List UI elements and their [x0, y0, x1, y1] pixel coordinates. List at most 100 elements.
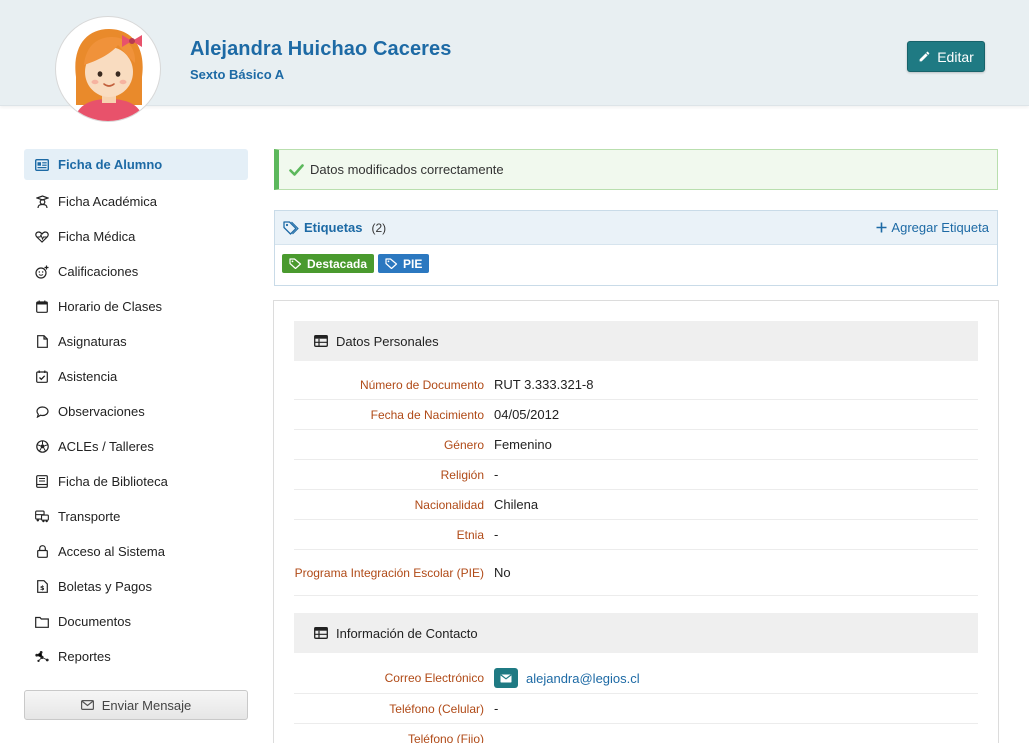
sidebar-item-documentos[interactable]: Documentos	[24, 604, 248, 639]
sidebar-item-label: Reportes	[58, 649, 111, 664]
email-icon[interactable]	[494, 668, 518, 688]
lock-icon	[35, 545, 49, 559]
calendar-icon	[35, 300, 49, 314]
field-label: Género	[443, 437, 484, 452]
bus-icon	[35, 510, 49, 524]
add-tag-label: Agregar Etiqueta	[891, 220, 989, 235]
heart-pulse-icon	[35, 230, 49, 244]
tag-icon	[289, 258, 302, 269]
tag-destacada[interactable]: Destacada	[282, 254, 375, 273]
tag-pie[interactable]: PIE	[378, 254, 430, 273]
book-icon	[35, 475, 49, 489]
invoice-icon: $	[35, 580, 49, 594]
sidebar-item-label: Transporte	[58, 509, 121, 524]
girl-avatar-icon	[74, 29, 144, 121]
email-link[interactable]: alejandra@legios.cl	[526, 671, 640, 686]
sidebar-item-biblioteca[interactable]: Ficha de Biblioteca	[24, 464, 248, 499]
soccer-ball-icon	[35, 440, 49, 454]
sidebar-item-label: Ficha de Biblioteca	[58, 474, 168, 489]
sidebar-item-asignaturas[interactable]: Asignaturas	[24, 324, 248, 359]
file-icon	[35, 335, 49, 349]
table-icon	[314, 335, 328, 347]
field-label: Programa Integración Escolar (PIE)	[294, 565, 484, 580]
edit-button[interactable]: Editar	[907, 41, 985, 72]
field-value: Femenino	[494, 437, 552, 452]
svg-text:$: $	[40, 584, 45, 592]
row-etnia: Etnia -	[294, 520, 978, 550]
field-label: Teléfono (Celular)	[389, 701, 484, 716]
sidebar-item-calificaciones[interactable]: Calificaciones	[24, 254, 248, 289]
pencil-icon	[919, 51, 930, 62]
field-value: alejandra@legios.cl	[494, 668, 640, 688]
sidebar-item-label: ACLEs / Talleres	[58, 439, 154, 454]
sidebar-item-ficha-academica[interactable]: Ficha Académica	[24, 184, 248, 219]
row-genero: Género Femenino	[294, 430, 978, 460]
student-course: Sexto Básico A	[190, 67, 285, 82]
send-message-button[interactable]: Enviar Mensaje	[24, 690, 248, 720]
tag-label: PIE	[403, 256, 423, 271]
row-nacimiento: Fecha de Nacimiento 04/05/2012	[294, 400, 978, 430]
row-email: Correo Electrónico alejandra@legios.cl	[294, 663, 978, 694]
sidebar-item-label: Ficha Médica	[58, 229, 136, 244]
student-avatar	[55, 16, 161, 122]
sidebar-item-transporte[interactable]: Transporte	[24, 499, 248, 534]
sidebar-item-label: Ficha Académica	[58, 194, 157, 209]
sidebar-item-label: Boletas y Pagos	[58, 579, 152, 594]
field-value: Chilena	[494, 497, 539, 512]
sidebar-item-ficha-alumno[interactable]: Ficha de Alumno	[24, 149, 248, 180]
field-value: No	[494, 565, 511, 580]
field-label: Etnia	[456, 527, 484, 542]
row-documento: Número de Documento RUT 3.333.321-8	[294, 370, 978, 400]
section-personal-header: Datos Personales	[294, 321, 978, 361]
tags-title: Etiquetas (2)	[283, 220, 386, 235]
sidebar-item-label: Asistencia	[58, 369, 118, 384]
id-card-icon	[35, 158, 49, 172]
calendar-check-icon	[35, 370, 49, 384]
field-value: -	[494, 701, 499, 716]
sidebar-item-reportes[interactable]: Reportes	[24, 639, 248, 674]
tags-count: (2)	[371, 220, 387, 235]
sidebar-item-label: Documentos	[58, 614, 131, 629]
section-contact-header: Información de Contacto	[294, 613, 978, 653]
field-label: Teléfono (Fijo)	[407, 732, 484, 743]
row-celular: Teléfono (Celular) -	[294, 694, 978, 724]
success-alert: Datos modificados correctamente	[274, 149, 998, 190]
sidebar-item-label: Asignaturas	[58, 334, 127, 349]
graduate-icon	[35, 194, 49, 209]
field-value: -	[494, 527, 499, 542]
plus-icon	[876, 222, 887, 233]
sidebar-item-acles[interactable]: ACLEs / Talleres	[24, 429, 248, 464]
section-title: Datos Personales	[336, 333, 439, 349]
field-value: 04/05/2012	[494, 407, 560, 422]
add-tag-button[interactable]: Agregar Etiqueta	[876, 220, 989, 235]
sidebar-item-boletas[interactable]: $ Boletas y Pagos	[24, 569, 248, 604]
sidebar-item-ficha-medica[interactable]: Ficha Médica	[24, 219, 248, 254]
sidebar-item-horario[interactable]: Horario de Clases	[24, 289, 248, 324]
tags-list: Destacada PIE	[275, 245, 997, 282]
row-fijo: Teléfono (Fijo)	[294, 724, 978, 743]
sidebar-item-acceso[interactable]: Acceso al Sistema	[24, 534, 248, 569]
field-value: RUT 3.333.321-8	[494, 377, 594, 392]
section-title: Información de Contacto	[336, 625, 478, 641]
field-value: -	[494, 467, 499, 482]
sidebar-nav: Ficha de Alumno Ficha Académica Ficha Mé…	[24, 149, 248, 674]
tag-icon	[385, 258, 398, 269]
sidebar-item-asistencia[interactable]: Asistencia	[24, 359, 248, 394]
field-label: Número de Documento	[359, 377, 484, 392]
comment-icon	[35, 405, 49, 419]
tags-title-text: Etiquetas	[304, 220, 363, 235]
tags-header: Etiquetas (2) Agregar Etiqueta	[275, 211, 997, 245]
tags-icon	[283, 220, 299, 235]
sidebar-item-observaciones[interactable]: Observaciones	[24, 394, 248, 429]
tags-panel: Etiquetas (2) Agregar Etiqueta Destacada…	[274, 210, 998, 286]
envelope-icon	[80, 700, 94, 710]
sidebar-item-label: Observaciones	[58, 404, 145, 419]
send-message-label: Enviar Mensaje	[101, 697, 192, 713]
tag-label: Destacada	[307, 256, 368, 271]
sidebar-item-label: Calificaciones	[58, 264, 139, 279]
check-icon	[289, 163, 304, 176]
table-icon	[314, 627, 328, 639]
row-religion: Religión -	[294, 460, 978, 490]
student-details-card: Datos Personales Número de Documento RUT…	[273, 300, 999, 743]
row-nacionalidad: Nacionalidad Chilena	[294, 490, 978, 520]
